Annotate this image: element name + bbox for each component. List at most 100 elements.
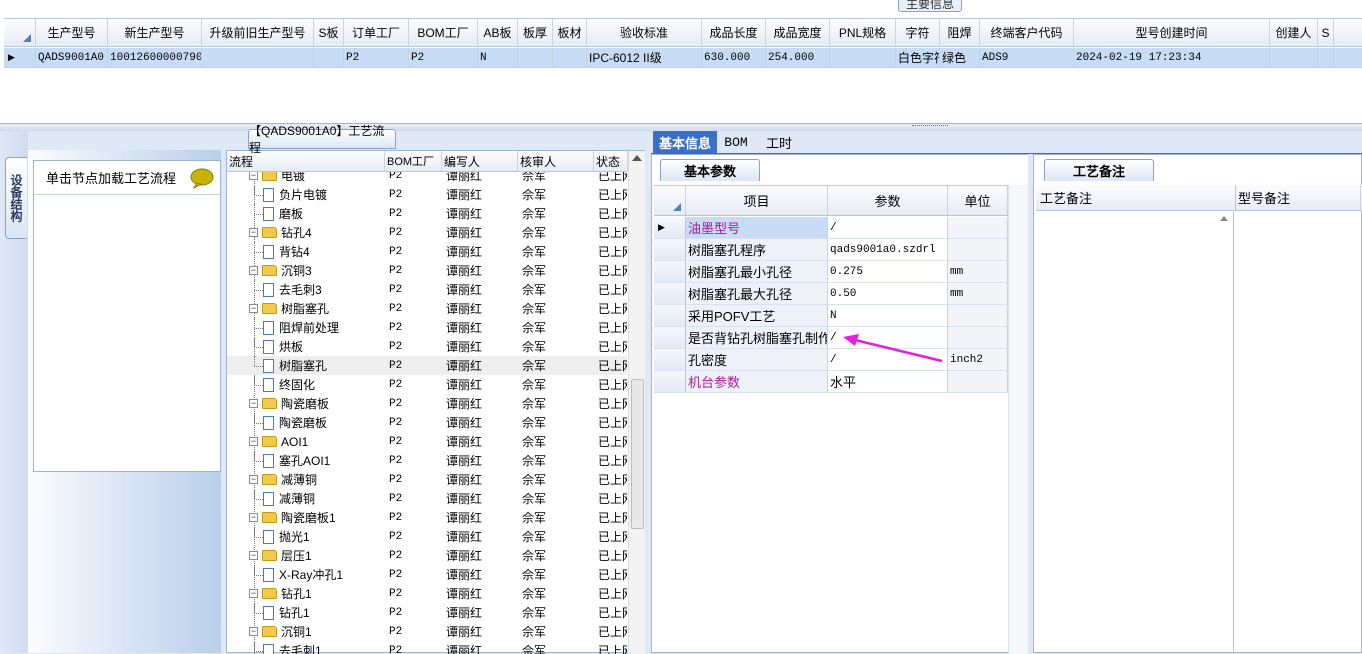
params-scroll-area[interactable] [1008, 185, 1028, 654]
tree-row[interactable]: −层压1P2谭丽红佘军已上网 [227, 546, 627, 565]
equipment-list[interactable]: 单击节点加载工艺流程 [33, 160, 221, 472]
collapse-icon[interactable]: − [249, 627, 258, 636]
tab-bom[interactable]: BOM [721, 131, 751, 153]
tree-node[interactable]: −电镀 [227, 172, 384, 185]
tree-row[interactable]: 减薄铜P2谭丽红佘军已上网 [227, 489, 627, 508]
collapse-icon[interactable]: − [249, 589, 258, 598]
grid-cell[interactable]: P2 [344, 48, 409, 67]
tab-process-notes[interactable]: 工艺备注 [1044, 159, 1154, 181]
tab-basic-params[interactable]: 基本参数 [660, 159, 760, 181]
process-notes-area[interactable] [1036, 212, 1234, 654]
column-header[interactable]: 生产型号 [36, 19, 108, 46]
params-cell-param[interactable]: N [828, 305, 948, 326]
params-cell-param[interactable]: 水平 [828, 371, 948, 392]
column-header[interactable]: AB板 [478, 19, 518, 46]
collapse-icon[interactable]: − [249, 399, 258, 408]
grid-cell[interactable]: ADS9 [980, 48, 1074, 67]
grid-cell[interactable]: 绿色 [940, 48, 980, 67]
grid-cell[interactable]: 254.000 [766, 48, 830, 67]
grid-cell[interactable]: 630.000 [702, 48, 766, 67]
tree-row[interactable]: −AOI1P2谭丽红佘军已上网 [227, 432, 627, 451]
grid-cell[interactable]: QADS9001A0 [36, 48, 108, 67]
tree-node[interactable]: 烘板 [227, 337, 384, 356]
tree-node[interactable]: 磨板 [227, 204, 384, 223]
horizontal-splitter[interactable] [0, 124, 1362, 131]
tree-row[interactable]: 背钻4P2谭丽红佘军已上网 [227, 242, 627, 261]
model-grid-row[interactable]: ▶QADS9001A010012600000790P2P2NIPC-6012 I… [4, 48, 1362, 68]
grid-cell[interactable]: 2024-02-19 17:23:34 [1074, 48, 1270, 67]
tree-row[interactable]: 磨板P2谭丽红佘军已上网 [227, 204, 627, 223]
collapse-icon[interactable]: − [249, 172, 258, 180]
collapse-icon[interactable]: − [249, 513, 258, 522]
tab-work-hours[interactable]: 工时 [759, 131, 799, 153]
grid-cell[interactable] [553, 48, 587, 67]
tab-equipment-structure[interactable]: 设备结构 [5, 157, 27, 239]
tree-column-header[interactable]: 编写人 [442, 151, 518, 171]
process-tree[interactable]: −电镀P2谭丽红佘军已上网负片电镀P2谭丽红佘军已上网磨板P2谭丽红佘军已上网−… [227, 172, 627, 654]
tree-node[interactable]: 减薄铜 [227, 489, 384, 508]
tab-basic-info[interactable]: 基本信息 [653, 131, 717, 153]
main-info-tab[interactable]: 主要信息 [898, 0, 962, 12]
column-header[interactable]: 板材 [553, 19, 587, 46]
tree-row[interactable]: −电镀P2谭丽红佘军已上网 [227, 172, 627, 185]
model-notes-area[interactable] [1236, 212, 1361, 654]
tree-row[interactable]: 钻孔1P2谭丽红佘军已上网 [227, 603, 627, 622]
column-header[interactable]: 升级前旧生产型号 [202, 19, 314, 46]
grid-cell[interactable]: 10012600000790 [108, 48, 202, 67]
tree-node[interactable]: 抛光1 [227, 527, 384, 546]
tree-node[interactable]: −减薄铜 [227, 470, 384, 489]
params-cell-param[interactable]: 0.275 [828, 261, 948, 282]
column-header[interactable]: 字符 [896, 19, 940, 46]
column-header[interactable]: 验收标准 [587, 19, 702, 46]
tree-column-header[interactable]: 核审人 [518, 151, 594, 171]
column-header[interactable]: 成品长度 [702, 19, 766, 46]
tree-node[interactable]: −陶瓷磨板1 [227, 508, 384, 527]
tree-row[interactable]: 去毛刺3P2谭丽红佘军已上网 [227, 280, 627, 299]
tree-row[interactable]: 陶瓷磨板P2谭丽红佘军已上网 [227, 413, 627, 432]
column-header[interactable]: 创建人 [1270, 19, 1318, 46]
tree-node[interactable]: X-Ray冲孔1 [227, 565, 384, 584]
tree-row[interactable]: −沉铜1P2谭丽红佘军已上网 [227, 622, 627, 641]
column-header[interactable]: S板 [314, 19, 344, 46]
params-column-header[interactable]: 项目 [686, 186, 828, 215]
tree-node[interactable]: 负片电镀 [227, 185, 384, 204]
collapse-icon[interactable]: − [249, 228, 258, 237]
tree-row[interactable]: 抛光1P2谭丽红佘军已上网 [227, 527, 627, 546]
column-header[interactable]: 成品宽度 [766, 19, 830, 46]
column-header[interactable]: PNL规格 [830, 19, 896, 46]
tree-node[interactable]: −陶瓷磨板 [227, 394, 384, 413]
tree-node[interactable]: 终固化 [227, 375, 384, 394]
grid-cell[interactable] [518, 48, 553, 67]
tree-row[interactable]: −钻孔4P2谭丽红佘军已上网 [227, 223, 627, 242]
column-header[interactable]: 新生产型号 [108, 19, 202, 46]
tree-node[interactable]: 钻孔1 [227, 603, 384, 622]
tree-row[interactable]: −陶瓷磨板1P2谭丽红佘军已上网 [227, 508, 627, 527]
collapse-icon[interactable]: − [249, 304, 258, 313]
params-row[interactable]: 采用POFV工艺NY [654, 305, 1026, 327]
column-header[interactable]: 订单工厂 [344, 19, 409, 46]
column-header[interactable]: 板厚 [518, 19, 553, 46]
tree-node[interactable]: 去毛刺1 [227, 641, 384, 654]
grid-cell[interactable]: P2 [409, 48, 478, 67]
params-row[interactable]: 树脂塞孔最大孔径0.50mmY [654, 283, 1026, 305]
tree-row[interactable]: 去毛刺1P2谭丽红佘军已上网 [227, 641, 627, 654]
grid-cell[interactable]: IPC-6012 II级 [587, 48, 702, 67]
column-header[interactable]: S [1318, 19, 1334, 46]
params-column-header[interactable]: 参数 [828, 186, 948, 215]
tree-row[interactable]: −树脂塞孔P2谭丽红佘军已上网 [227, 299, 627, 318]
tree-row[interactable]: 负片电镀P2谭丽红佘军已上网 [227, 185, 627, 204]
tree-node[interactable]: −钻孔1 [227, 584, 384, 603]
tree-row[interactable]: 烘板P2谭丽红佘军已上网 [227, 337, 627, 356]
tree-row[interactable]: 树脂塞孔P2谭丽红佘军已上网 [227, 356, 627, 375]
grid-cell[interactable] [1270, 48, 1318, 67]
grid-cell[interactable]: N [478, 48, 518, 67]
params-row[interactable]: 机台参数水平Y [654, 371, 1026, 393]
params-row[interactable]: 树脂塞孔程序qads9001a0.szdrlY [654, 239, 1026, 261]
tree-row[interactable]: X-Ray冲孔1P2谭丽红佘军已上网 [227, 565, 627, 584]
tree-row[interactable]: −沉铜3P2谭丽红佘军已上网 [227, 261, 627, 280]
grid-cell[interactable] [314, 48, 344, 67]
tree-row[interactable]: 塞孔AOI1P2谭丽红佘军已上网 [227, 451, 627, 470]
column-header[interactable]: 阻焊 [940, 19, 980, 46]
column-header[interactable]: 终端客户代码 [980, 19, 1074, 46]
notes-scroll-up-icon[interactable] [1220, 216, 1228, 221]
